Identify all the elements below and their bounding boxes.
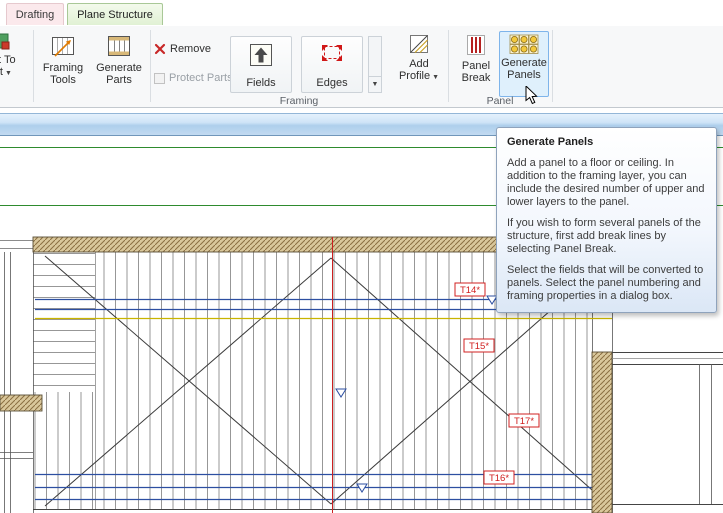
svg-text:T16*: T16* bbox=[489, 473, 509, 484]
framing-tools-icon bbox=[49, 32, 77, 60]
ribbon-separator bbox=[150, 30, 151, 102]
remove-icon bbox=[154, 43, 166, 55]
generate-panels-label-1: Generate bbox=[501, 57, 547, 69]
edges-button[interactable]: Edges bbox=[301, 36, 363, 93]
framing-tools-label-2: Tools bbox=[50, 74, 76, 86]
ribbon-separator bbox=[552, 30, 553, 102]
edges-label: Edges bbox=[316, 77, 347, 89]
remove-label: Remove bbox=[170, 43, 211, 55]
gallery-dropdown-icon[interactable]: ▼ bbox=[369, 76, 381, 92]
framing-tools-label-1: Framing bbox=[43, 62, 83, 74]
clipped-left-button[interactable]: ect To ort▼ bbox=[0, 32, 30, 94]
add-profile-label-2: Profile▼ bbox=[399, 70, 439, 84]
panel-break-icon bbox=[463, 32, 489, 58]
dropdown-icon: ▼ bbox=[432, 74, 439, 81]
fields-button[interactable]: Fields bbox=[230, 36, 292, 93]
generate-panels-icon bbox=[509, 34, 539, 55]
tooltip-title: Generate Panels bbox=[507, 136, 706, 149]
truss-label-t17: T17* bbox=[509, 414, 539, 427]
generate-parts-label-1: Generate bbox=[96, 62, 142, 74]
tab-drafting[interactable]: Drafting bbox=[6, 3, 64, 25]
gallery-scroll-strip[interactable]: ▼ bbox=[368, 36, 382, 93]
app-window: Drafting Plane Structure ect To ort▼ bbox=[0, 0, 723, 513]
generate-panels-button[interactable]: Generate Panels bbox=[499, 31, 549, 97]
svg-text:T14*: T14* bbox=[460, 285, 480, 296]
generate-parts-icon bbox=[105, 32, 133, 60]
clipped-button-label-1: ect To bbox=[0, 54, 16, 66]
fields-icon bbox=[248, 42, 274, 68]
panel-break-label-1: Panel bbox=[462, 60, 490, 72]
right-extension bbox=[612, 353, 723, 506]
tooltip-generate-panels: Generate Panels Add a panel to a floor o… bbox=[496, 127, 717, 313]
ribbon-group-framing: Framing bbox=[150, 95, 448, 107]
mouse-cursor-icon bbox=[525, 86, 539, 106]
tab-plane-structure[interactable]: Plane Structure bbox=[67, 3, 163, 25]
edges-icon bbox=[319, 42, 345, 64]
framing-tools-button[interactable]: Framing Tools bbox=[36, 32, 90, 94]
generate-parts-button[interactable]: Generate Parts bbox=[92, 32, 146, 94]
truss-label-t15: T15* bbox=[464, 339, 494, 352]
protect-parts-checkbox[interactable]: Protect Parts bbox=[150, 70, 237, 86]
add-profile-label-1: Add bbox=[409, 58, 429, 70]
panel-break-label-2: Break bbox=[462, 72, 491, 84]
fields-label: Fields bbox=[246, 77, 275, 89]
ribbon-tab-row: Drafting Plane Structure bbox=[0, 0, 723, 26]
ribbon-separator bbox=[33, 30, 34, 102]
tooltip-paragraph-3: Select the fields that will be converted… bbox=[507, 264, 706, 303]
tooltip-paragraph-1: Add a panel to a floor or ceiling. In ad… bbox=[507, 157, 706, 209]
ribbon-separator bbox=[448, 30, 449, 102]
truss-label-t16: T16* bbox=[484, 471, 514, 484]
checkbox-icon bbox=[154, 73, 165, 84]
generate-panels-label-2: Panels bbox=[507, 69, 541, 81]
add-profile-icon bbox=[407, 32, 431, 56]
add-profile-button[interactable]: Add Profile▼ bbox=[393, 32, 445, 94]
dropdown-icon: ▼ bbox=[5, 70, 12, 77]
tooltip-paragraph-2: If you wish to form several panels of th… bbox=[507, 217, 706, 256]
panel-break-button[interactable]: Panel Break bbox=[453, 32, 499, 94]
svg-text:T15*: T15* bbox=[469, 341, 489, 352]
protect-parts-label: Protect Parts bbox=[169, 72, 233, 84]
ribbon: ect To ort▼ Framing Tools bbox=[0, 26, 723, 108]
generate-parts-label-2: Parts bbox=[106, 74, 132, 86]
svg-text:T17*: T17* bbox=[514, 416, 534, 427]
clipped-button-label-2: ort▼ bbox=[0, 66, 12, 80]
clipped-button-icon bbox=[0, 32, 10, 52]
truss-label-t14: T14* bbox=[455, 283, 485, 296]
remove-button[interactable]: Remove bbox=[150, 40, 215, 58]
